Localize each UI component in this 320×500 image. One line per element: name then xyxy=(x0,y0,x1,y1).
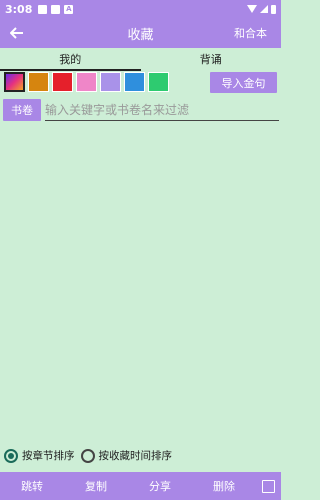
sort-by-time-option[interactable]: 按收藏时间排序 xyxy=(80,448,173,463)
status-time: 3:08 xyxy=(5,2,33,16)
sort-options: 按章节排序 按收藏时间排序 xyxy=(4,448,172,463)
jump-button[interactable]: 跳转 xyxy=(0,478,64,494)
volume-button[interactable]: 书卷 xyxy=(3,99,41,121)
color-swatch-pink[interactable] xyxy=(76,72,97,92)
filter-input[interactable] xyxy=(45,99,279,121)
sort-by-time-label: 按收藏时间排序 xyxy=(98,450,173,462)
select-all-checkbox[interactable] xyxy=(262,479,275,493)
tab-bar: 我的 背诵 xyxy=(0,52,281,71)
sort-by-chapter-option[interactable]: 按章节排序 xyxy=(4,448,75,463)
color-swatch-green[interactable] xyxy=(148,72,169,92)
import-verses-button[interactable]: 导入金句 xyxy=(210,72,277,93)
signal-icon xyxy=(260,5,268,13)
color-swatch-purple[interactable] xyxy=(100,72,121,92)
share-button[interactable]: 分享 xyxy=(128,478,192,494)
copy-button[interactable]: 复制 xyxy=(64,478,128,494)
bottom-action-bar: 跳转 复制 分享 删除 xyxy=(0,472,281,500)
tab-recite[interactable]: 背诵 xyxy=(141,52,282,71)
square-icon xyxy=(51,4,61,14)
back-button[interactable] xyxy=(0,18,34,48)
color-swatch-all[interactable] xyxy=(4,72,25,92)
color-filter-row xyxy=(4,72,169,92)
status-bar: 3:08 A xyxy=(0,0,281,18)
bible-version-button[interactable]: 和合本 xyxy=(234,25,281,41)
wifi-icon xyxy=(247,5,257,13)
notification-a-icon: A xyxy=(64,4,74,14)
battery-icon xyxy=(271,4,276,14)
app-bar: 收藏 和合本 xyxy=(0,18,281,48)
color-swatch-red[interactable] xyxy=(52,72,73,92)
color-swatch-orange[interactable] xyxy=(28,72,49,92)
color-swatch-blue[interactable] xyxy=(124,72,145,92)
arrow-left-icon xyxy=(10,27,23,39)
sort-by-chapter-label: 按章节排序 xyxy=(22,450,75,462)
filter-row: 书卷 xyxy=(3,99,279,121)
radio-unselected-icon[interactable] xyxy=(80,448,95,463)
tab-mine[interactable]: 我的 xyxy=(0,52,141,71)
radio-selected-icon[interactable] xyxy=(4,448,18,463)
delete-button[interactable]: 删除 xyxy=(192,478,256,494)
image-icon xyxy=(38,4,48,14)
